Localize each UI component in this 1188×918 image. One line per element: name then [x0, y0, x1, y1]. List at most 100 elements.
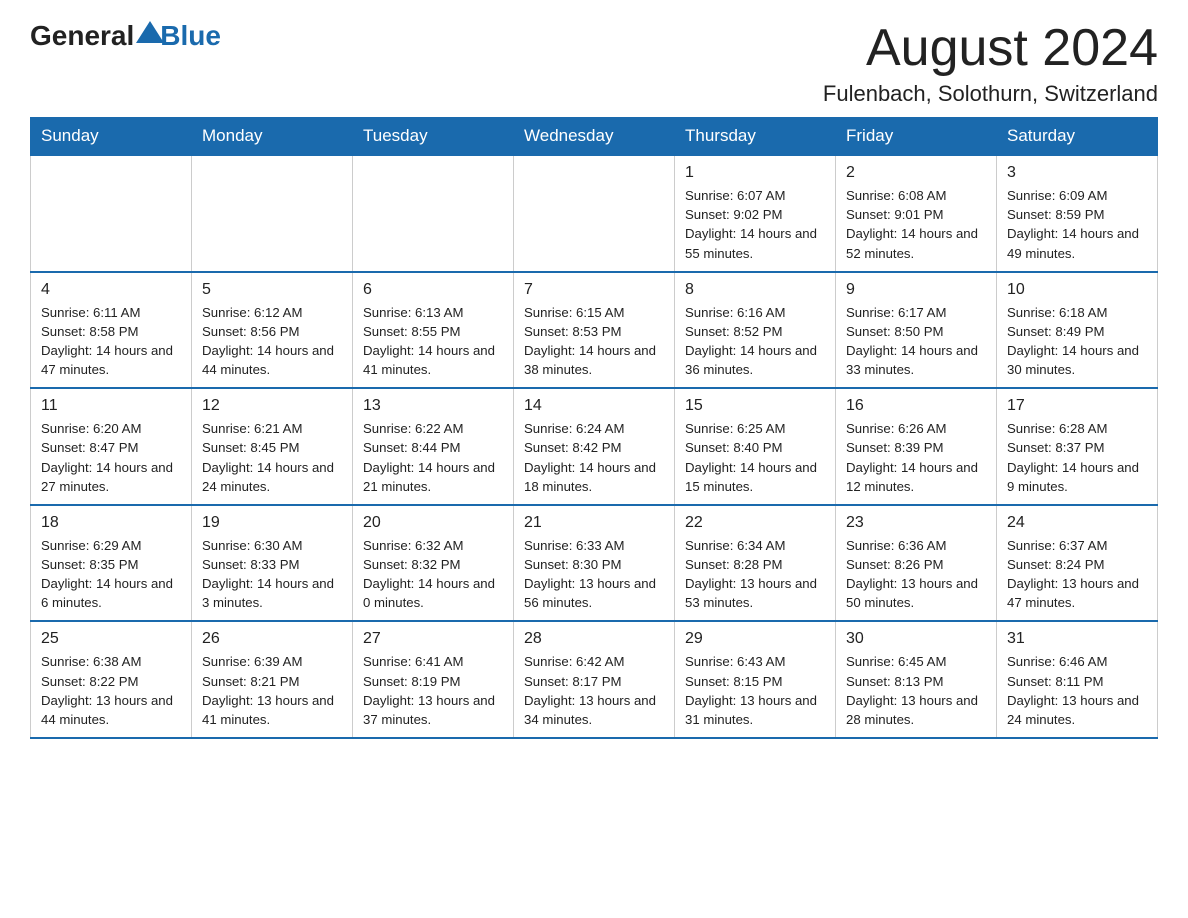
calendar-cell: 3 Sunrise: 6:09 AMSunset: 8:59 PMDaylight…: [997, 155, 1158, 272]
calendar-cell: [353, 155, 514, 272]
logo: General Blue: [30, 20, 221, 52]
calendar-week-row: 18Sunrise: 6:29 AMSunset: 8:35 PMDayligh…: [31, 505, 1158, 622]
day-info: Sunrise: 6:32 AMSunset: 8:32 PMDaylight:…: [363, 536, 503, 613]
logo-blue-text: Blue: [160, 20, 221, 52]
day-info: Sunrise: 6:41 AMSunset: 8:19 PMDaylight:…: [363, 652, 503, 729]
day-info: Sunrise: 6:15 AMSunset: 8:53 PMDaylight:…: [524, 303, 664, 380]
calendar-day-header: Friday: [836, 118, 997, 156]
day-info: Sunrise: 6:43 AMSunset: 8:15 PMDaylight:…: [685, 652, 825, 729]
day-number: 3: [1007, 164, 1147, 182]
day-number: 26: [202, 630, 342, 648]
day-number: 31: [1007, 630, 1147, 648]
calendar-cell: 22Sunrise: 6:34 AMSunset: 8:28 PMDayligh…: [675, 505, 836, 622]
calendar-cell: 13Sunrise: 6:22 AMSunset: 8:44 PMDayligh…: [353, 388, 514, 505]
day-number: 4: [41, 281, 181, 299]
day-number: 18: [41, 514, 181, 532]
day-number: 17: [1007, 397, 1147, 415]
day-number: 30: [846, 630, 986, 648]
calendar-cell: 29Sunrise: 6:43 AMSunset: 8:15 PMDayligh…: [675, 621, 836, 738]
calendar-cell: 24 Sunrise: 6:37 AMSunset: 8:24 PMDayligh…: [997, 505, 1158, 622]
day-number: 12: [202, 397, 342, 415]
calendar-cell: 4 Sunrise: 6:11 AMSunset: 8:58 PMDaylight…: [31, 272, 192, 389]
calendar-cell: 28 Sunrise: 6:42 AMSunset: 8:17 PMDayligh…: [514, 621, 675, 738]
day-number: 1: [685, 164, 825, 182]
day-info: Sunrise: 6:37 AMSunset: 8:24 PMDaylight:…: [1007, 536, 1147, 613]
calendar-cell: 7Sunrise: 6:15 AMSunset: 8:53 PMDaylight…: [514, 272, 675, 389]
calendar-week-row: 11 Sunrise: 6:20 AMSunset: 8:47 PMDayligh…: [31, 388, 1158, 505]
calendar-cell: 5 Sunrise: 6:12 AMSunset: 8:56 PMDaylight…: [192, 272, 353, 389]
day-info: Sunrise: 6:42 AMSunset: 8:17 PMDaylight:…: [524, 652, 664, 729]
day-number: 28: [524, 630, 664, 648]
calendar-header-row: SundayMondayTuesdayWednesdayThursdayFrid…: [31, 118, 1158, 156]
day-info: Sunrise: 6:17 AMSunset: 8:50 PMDaylight:…: [846, 303, 986, 380]
calendar-cell: [31, 155, 192, 272]
day-number: 21: [524, 514, 664, 532]
calendar-day-header: Sunday: [31, 118, 192, 156]
calendar-day-header: Wednesday: [514, 118, 675, 156]
day-info: Sunrise: 6:12 AMSunset: 8:56 PMDaylight:…: [202, 303, 342, 380]
month-title: August 2024: [823, 20, 1158, 77]
calendar-cell: 31 Sunrise: 6:46 AMSunset: 8:11 PMDayligh…: [997, 621, 1158, 738]
day-info: Sunrise: 6:39 AMSunset: 8:21 PMDaylight:…: [202, 652, 342, 729]
day-info: Sunrise: 6:18 AMSunset: 8:49 PMDaylight:…: [1007, 303, 1147, 380]
day-number: 27: [363, 630, 503, 648]
day-info: Sunrise: 6:28 AMSunset: 8:37 PMDaylight:…: [1007, 419, 1147, 496]
logo-general-text: General: [30, 20, 134, 52]
day-info: Sunrise: 6:25 AMSunset: 8:40 PMDaylight:…: [685, 419, 825, 496]
calendar-cell: 30Sunrise: 6:45 AMSunset: 8:13 PMDayligh…: [836, 621, 997, 738]
day-info: Sunrise: 6:36 AMSunset: 8:26 PMDaylight:…: [846, 536, 986, 613]
calendar-cell: 1 Sunrise: 6:07 AMSunset: 9:02 PMDaylight…: [675, 155, 836, 272]
calendar-cell: 10 Sunrise: 6:18 AMSunset: 8:49 PMDayligh…: [997, 272, 1158, 389]
day-info: Sunrise: 6:30 AMSunset: 8:33 PMDaylight:…: [202, 536, 342, 613]
day-info: Sunrise: 6:26 AMSunset: 8:39 PMDaylight:…: [846, 419, 986, 496]
day-info: Sunrise: 6:22 AMSunset: 8:44 PMDaylight:…: [363, 419, 503, 496]
calendar-table: SundayMondayTuesdayWednesdayThursdayFrid…: [30, 117, 1158, 739]
day-info: Sunrise: 6:09 AMSunset: 8:59 PMDaylight:…: [1007, 186, 1147, 263]
calendar-cell: 16 Sunrise: 6:26 AMSunset: 8:39 PMDayligh…: [836, 388, 997, 505]
day-number: 15: [685, 397, 825, 415]
day-number: 11: [41, 397, 181, 415]
calendar-day-header: Tuesday: [353, 118, 514, 156]
calendar-day-header: Saturday: [997, 118, 1158, 156]
calendar-cell: 12 Sunrise: 6:21 AMSunset: 8:45 PMDayligh…: [192, 388, 353, 505]
calendar-cell: 14Sunrise: 6:24 AMSunset: 8:42 PMDayligh…: [514, 388, 675, 505]
page-header: General Blue August 2024 Fulenbach, Solo…: [30, 20, 1158, 107]
day-info: Sunrise: 6:21 AMSunset: 8:45 PMDaylight:…: [202, 419, 342, 496]
day-number: 6: [363, 281, 503, 299]
day-number: 23: [846, 514, 986, 532]
day-number: 24: [1007, 514, 1147, 532]
day-info: Sunrise: 6:24 AMSunset: 8:42 PMDaylight:…: [524, 419, 664, 496]
day-info: Sunrise: 6:33 AMSunset: 8:30 PMDaylight:…: [524, 536, 664, 613]
calendar-week-row: 4 Sunrise: 6:11 AMSunset: 8:58 PMDaylight…: [31, 272, 1158, 389]
day-info: Sunrise: 6:20 AMSunset: 8:47 PMDaylight:…: [41, 419, 181, 496]
calendar-cell: 15 Sunrise: 6:25 AMSunset: 8:40 PMDayligh…: [675, 388, 836, 505]
calendar-cell: 20 Sunrise: 6:32 AMSunset: 8:32 PMDayligh…: [353, 505, 514, 622]
day-info: Sunrise: 6:46 AMSunset: 8:11 PMDaylight:…: [1007, 652, 1147, 729]
calendar-cell: 11 Sunrise: 6:20 AMSunset: 8:47 PMDayligh…: [31, 388, 192, 505]
calendar-cell: 6 Sunrise: 6:13 AMSunset: 8:55 PMDaylight…: [353, 272, 514, 389]
calendar-cell: 18Sunrise: 6:29 AMSunset: 8:35 PMDayligh…: [31, 505, 192, 622]
header-right: August 2024 Fulenbach, Solothurn, Switze…: [823, 20, 1158, 107]
day-info: Sunrise: 6:34 AMSunset: 8:28 PMDaylight:…: [685, 536, 825, 613]
day-info: Sunrise: 6:16 AMSunset: 8:52 PMDaylight:…: [685, 303, 825, 380]
day-info: Sunrise: 6:07 AMSunset: 9:02 PMDaylight:…: [685, 186, 825, 263]
day-info: Sunrise: 6:11 AMSunset: 8:58 PMDaylight:…: [41, 303, 181, 380]
day-number: 25: [41, 630, 181, 648]
calendar-cell: 2Sunrise: 6:08 AMSunset: 9:01 PMDaylight…: [836, 155, 997, 272]
calendar-cell: 27 Sunrise: 6:41 AMSunset: 8:19 PMDayligh…: [353, 621, 514, 738]
day-info: Sunrise: 6:08 AMSunset: 9:01 PMDaylight:…: [846, 186, 986, 263]
day-number: 10: [1007, 281, 1147, 299]
day-number: 8: [685, 281, 825, 299]
calendar-cell: 25 Sunrise: 6:38 AMSunset: 8:22 PMDayligh…: [31, 621, 192, 738]
calendar-day-header: Monday: [192, 118, 353, 156]
calendar-cell: [192, 155, 353, 272]
calendar-cell: 8 Sunrise: 6:16 AMSunset: 8:52 PMDaylight…: [675, 272, 836, 389]
day-info: Sunrise: 6:13 AMSunset: 8:55 PMDaylight:…: [363, 303, 503, 380]
day-number: 5: [202, 281, 342, 299]
logo-triangle-icon: [136, 21, 164, 43]
calendar-cell: 26 Sunrise: 6:39 AMSunset: 8:21 PMDayligh…: [192, 621, 353, 738]
day-info: Sunrise: 6:38 AMSunset: 8:22 PMDaylight:…: [41, 652, 181, 729]
day-number: 16: [846, 397, 986, 415]
day-number: 19: [202, 514, 342, 532]
day-number: 20: [363, 514, 503, 532]
